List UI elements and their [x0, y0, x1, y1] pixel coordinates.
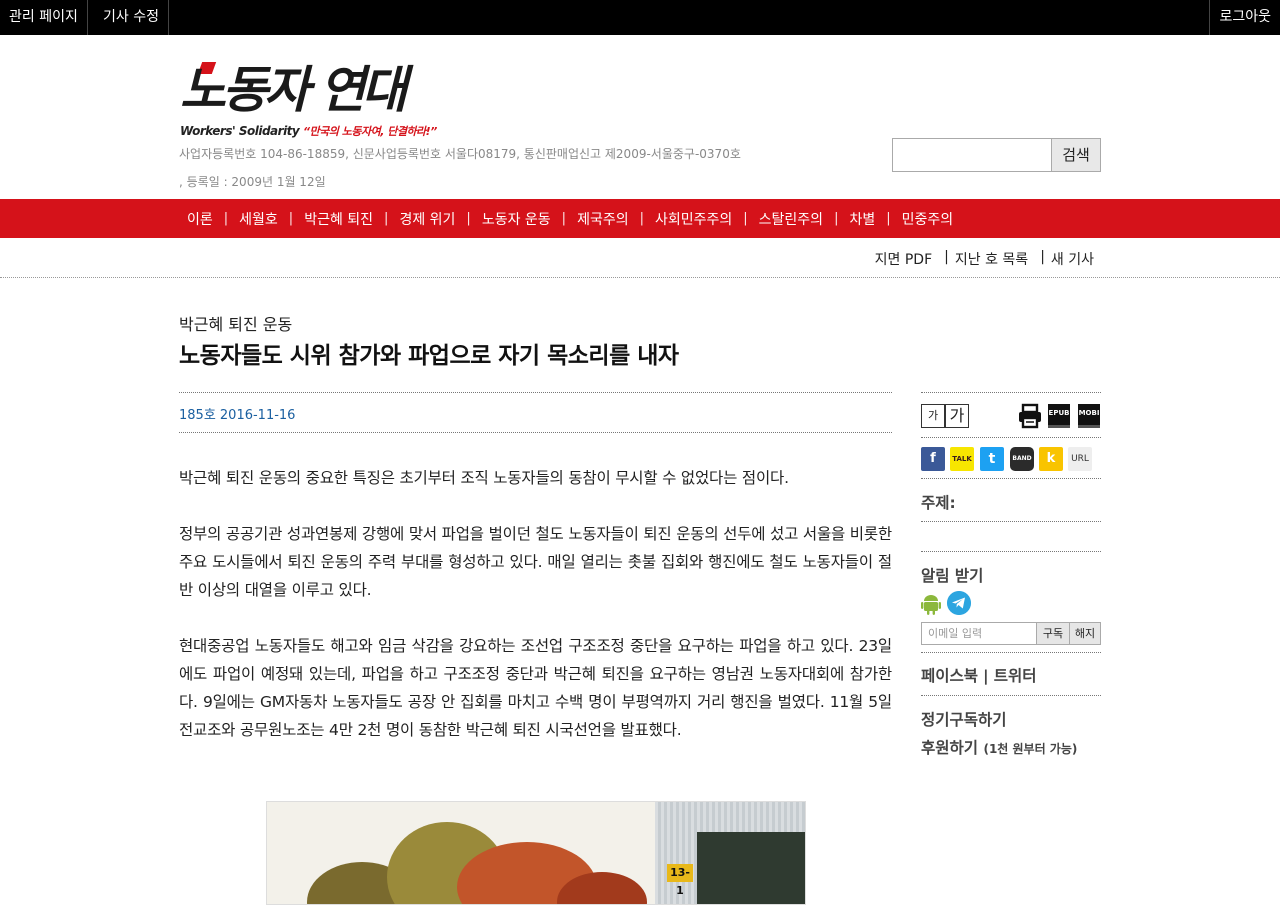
twitter-share-icon[interactable]: t	[980, 447, 1004, 471]
facebook-link[interactable]: 페이스북	[921, 667, 978, 685]
nav-item-social-democracy[interactable]: 사회민주주의	[648, 209, 739, 229]
font-decrease-button[interactable]: 가	[921, 404, 945, 428]
subscribe-button[interactable]: 구독	[1036, 622, 1070, 645]
alerts-title: 알림 받기	[921, 567, 984, 585]
nav-item-populism[interactable]: 민중주의	[895, 209, 961, 229]
logo-subtitle: Workers' Solidarity “만국의 노동자여, 단결하라!”	[180, 123, 437, 139]
nav-separator: |	[466, 211, 471, 226]
divider	[921, 551, 1101, 552]
nav-separator: |	[639, 211, 644, 226]
divider	[921, 437, 1101, 438]
back-issues-link[interactable]: 지난 호 목록	[955, 249, 1028, 269]
admin-bar: 관리 페이지 기사 수정 로그아웃	[0, 0, 1280, 35]
search-button[interactable]: 검색	[1051, 138, 1101, 172]
social-links: 페이스북 | 트위터	[921, 664, 1037, 686]
subnav-separator: |	[1040, 249, 1045, 265]
email-field[interactable]: 이메일 입력	[921, 622, 1037, 645]
twitter-link[interactable]: 트위터	[994, 667, 1037, 685]
nav-separator: |	[288, 211, 294, 226]
nav-item-imperialism[interactable]: 제국주의	[570, 209, 636, 229]
kakaotalk-share-icon[interactable]: TALK	[950, 447, 974, 471]
nav-list: 이론 | 세월호 | 박근혜 퇴진 | 경제 위기 | 노동자 운동 | 제국주…	[180, 199, 960, 238]
photo-building-shadow	[697, 832, 805, 904]
copy-url-button[interactable]: URL	[1068, 447, 1092, 471]
article-body: 박근혜 퇴진 운동의 중요한 특징은 초기부터 조직 노동자들의 동참이 무시할…	[179, 464, 892, 772]
link-separator: |	[983, 667, 989, 685]
article-paragraph: 현대중공업 노동자들도 해고와 임금 삭감을 강요하는 조선업 구조조정 중단을…	[179, 637, 892, 739]
admin-page-link[interactable]: 관리 페이지	[0, 0, 88, 35]
band-share-icon[interactable]: BAND	[1010, 447, 1034, 471]
nav-item-park-resign[interactable]: 박근혜 퇴진	[297, 209, 380, 229]
divider	[0, 277, 1280, 278]
article-photo: 13-1	[266, 801, 806, 905]
article-paragraph: 정부의 공공기관 성과연봉제 강행에 맞서 파업을 벌이던 철도 노동자들이 퇴…	[179, 525, 892, 599]
nav-separator: |	[384, 211, 389, 226]
logo-title: 노동자 연대	[180, 61, 407, 119]
subnav-separator: |	[944, 249, 949, 265]
epub-icon[interactable]: EPUB	[1048, 404, 1070, 428]
pdf-link[interactable]: 지면 PDF	[875, 249, 933, 269]
photo-sign: 13-1	[667, 864, 693, 897]
divider	[921, 478, 1101, 479]
registration-info: 사업자등록번호 104-86-18859, 신문사업등록번호 서울다08179,…	[179, 147, 741, 161]
new-articles-link[interactable]: 새 기사	[1051, 249, 1094, 269]
nav-separator: |	[561, 211, 567, 226]
sub-nav: 지면 PDF | 지난 호 목록 | 새 기사	[875, 249, 1094, 269]
subscribe-paper-link[interactable]: 정기구독하기	[921, 708, 1007, 730]
main-nav: 이론 | 세월호 | 박근혜 퇴진 | 경제 위기 | 노동자 운동 | 제국주…	[0, 199, 1280, 238]
nav-item-sewol[interactable]: 세월호	[232, 209, 285, 229]
nav-separator: |	[743, 211, 748, 226]
article-kicker: 박근혜 퇴진 운동	[179, 315, 293, 334]
nav-separator: |	[223, 211, 229, 226]
nav-separator: |	[886, 211, 891, 226]
topic-label: 주제:	[921, 494, 956, 512]
nav-item-stalinism[interactable]: 스탈린주의	[752, 209, 830, 229]
kakaostory-share-icon[interactable]: k	[1039, 447, 1063, 471]
donate-note: (1천 원부터 가능)	[983, 742, 1078, 756]
unsubscribe-button[interactable]: 해지	[1069, 622, 1101, 645]
article-title: 노동자들도 시위 참가와 파업으로 자기 목소리를 내자	[179, 343, 679, 369]
article-meta: 185호 2016-11-16	[179, 408, 296, 423]
divider	[179, 392, 892, 393]
divider	[921, 652, 1101, 653]
edit-article-link[interactable]: 기사 수정	[94, 0, 169, 35]
print-icon[interactable]	[1017, 403, 1043, 429]
nav-separator: |	[834, 211, 839, 226]
mobi-icon[interactable]: MOBI	[1078, 404, 1100, 428]
nav-item-theory[interactable]: 이론	[180, 209, 220, 229]
telegram-icon[interactable]	[947, 591, 971, 615]
registration-date: , 등록일 : 2009년 1월 12일	[179, 175, 326, 189]
logo-english-name: Workers' Solidarity	[180, 124, 300, 138]
article-paragraph: 박근혜 퇴진 운동의 중요한 특징은 초기부터 조직 노동자들의 동참이 무시할…	[179, 469, 789, 487]
divider	[921, 695, 1101, 696]
font-increase-button[interactable]: 가	[945, 404, 969, 428]
search-input[interactable]	[892, 138, 1052, 172]
android-icon[interactable]	[921, 593, 941, 615]
nav-item-labor-movement[interactable]: 노동자 운동	[475, 209, 558, 229]
logo-slogan: “만국의 노동자여, 단결하라!”	[302, 125, 437, 138]
divider	[921, 521, 1101, 522]
divider	[921, 392, 1101, 393]
donate-block: 후원하기 (1천 원부터 가능)	[921, 736, 1077, 758]
donate-link[interactable]: 후원하기	[921, 739, 978, 757]
divider	[179, 432, 892, 433]
facebook-share-icon[interactable]: f	[921, 447, 945, 471]
nav-item-discrimination[interactable]: 차별	[842, 209, 882, 229]
logout-link[interactable]: 로그아웃	[1209, 0, 1280, 35]
nav-item-economic-crisis[interactable]: 경제 위기	[392, 209, 462, 229]
site-logo[interactable]: 노동자 연대 Workers' Solidarity “만국의 노동자여, 단결…	[180, 60, 450, 140]
